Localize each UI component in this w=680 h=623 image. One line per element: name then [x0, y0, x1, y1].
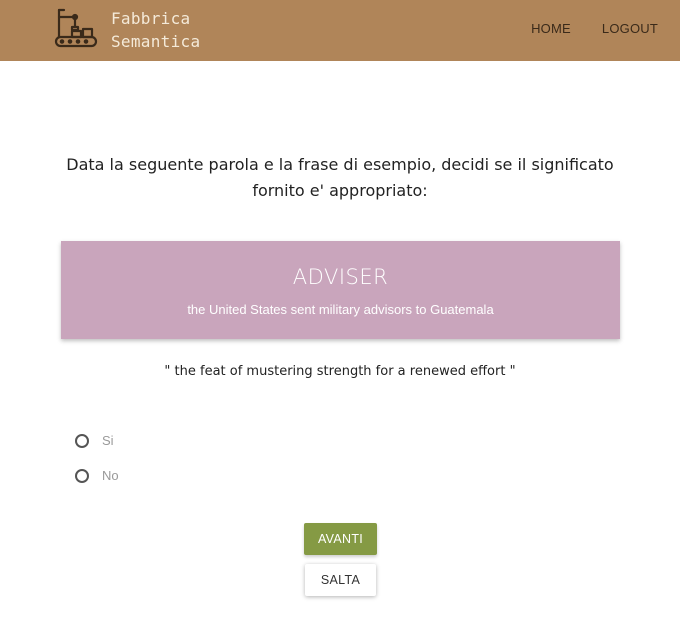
brand-line-1: Fabbrica: [111, 9, 191, 28]
brand-name: Fabbrica Semantica: [111, 7, 200, 53]
brand-line-2: Semantica: [111, 32, 201, 51]
question-text: Data la seguente parola e la frase di es…: [66, 155, 614, 200]
navbar: Fabbrica Semantica HOME LOGOUT: [0, 0, 680, 61]
option-si-label: Si: [102, 433, 114, 448]
option-no-label: No: [102, 468, 119, 483]
word-card: ADVISER the United States sent military …: [61, 241, 620, 339]
radio-no[interactable]: [75, 468, 89, 483]
option-no[interactable]: No: [75, 468, 119, 483]
nav-home-link[interactable]: HOME: [531, 21, 571, 36]
skip-button[interactable]: SALTA: [305, 564, 376, 596]
example-sentence: the United States sent military advisors…: [187, 302, 494, 317]
nav-links: HOME LOGOUT: [531, 21, 658, 36]
brand[interactable]: Fabbrica Semantica: [53, 7, 200, 51]
radio-si[interactable]: [75, 433, 89, 448]
word-title: ADVISER: [292, 265, 389, 289]
option-si[interactable]: Si: [75, 433, 114, 448]
next-button[interactable]: AVANTI: [304, 523, 377, 555]
nav-logout-link[interactable]: LOGOUT: [602, 21, 658, 36]
robot-arm-conveyor-icon: [54, 8, 98, 48]
definition-text: " the feat of mustering strength for a r…: [164, 364, 516, 379]
